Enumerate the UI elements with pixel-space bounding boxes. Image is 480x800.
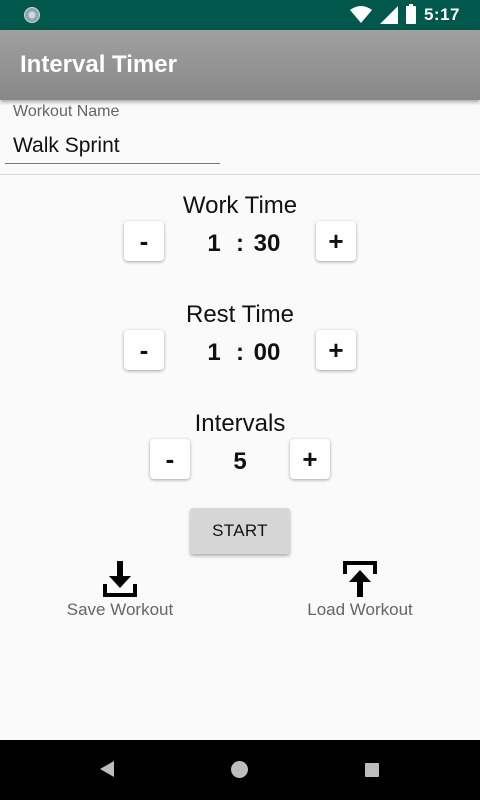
load-workout-label: Load Workout: [307, 600, 413, 619]
start-button[interactable]: START: [190, 508, 290, 554]
rest-time-minus-button[interactable]: -: [124, 330, 164, 370]
rest-time-separator: :: [236, 339, 244, 366]
intervals-minus-button[interactable]: -: [150, 439, 190, 479]
work-time-separator: :: [236, 230, 244, 257]
rest-time-seconds: 00: [253, 339, 281, 366]
rest-time-minutes: 1: [207, 339, 221, 366]
load-workout-button[interactable]: Load Workout: [295, 560, 425, 620]
work-time-minus-button[interactable]: -: [124, 221, 164, 261]
intervals-plus-button[interactable]: +: [290, 439, 330, 479]
status-time: 5:17: [423, 5, 460, 24]
rest-time-plus-button[interactable]: +: [316, 330, 356, 370]
upload-icon: [343, 561, 377, 597]
recents-icon[interactable]: [365, 763, 379, 777]
work-time-seconds: 30: [253, 230, 281, 257]
work-time-plus-button[interactable]: +: [316, 221, 356, 261]
status-icons: 5:17: [349, 0, 460, 30]
intervals-value: 5: [233, 448, 247, 475]
app-screen: 5:17 Interval Timer Workout Name Work Ti…: [0, 0, 480, 800]
cell-signal-icon: [379, 6, 398, 24]
save-workout-button[interactable]: Save Workout: [60, 560, 180, 620]
intervals-title: Intervals: [194, 410, 286, 437]
save-workout-label: Save Workout: [66, 600, 174, 619]
app-title: Interval Timer: [20, 51, 177, 78]
work-time-minutes: 1: [207, 230, 221, 257]
navigation-bar: [0, 740, 480, 800]
battery-icon: [405, 4, 416, 24]
back-icon[interactable]: [100, 761, 114, 777]
notification-icon: [24, 7, 40, 23]
home-icon[interactable]: [231, 761, 248, 778]
rest-time-title: Rest Time: [185, 301, 295, 328]
workout-name-input[interactable]: [5, 128, 220, 164]
divider: [0, 174, 480, 175]
workout-name-label: Workout Name: [13, 103, 120, 120]
download-icon: [103, 561, 137, 597]
status-bar: 5:17: [0, 0, 480, 30]
work-time-title: Work Time: [182, 192, 298, 219]
wifi-icon: [349, 6, 372, 23]
app-bar: Interval Timer: [0, 30, 480, 100]
